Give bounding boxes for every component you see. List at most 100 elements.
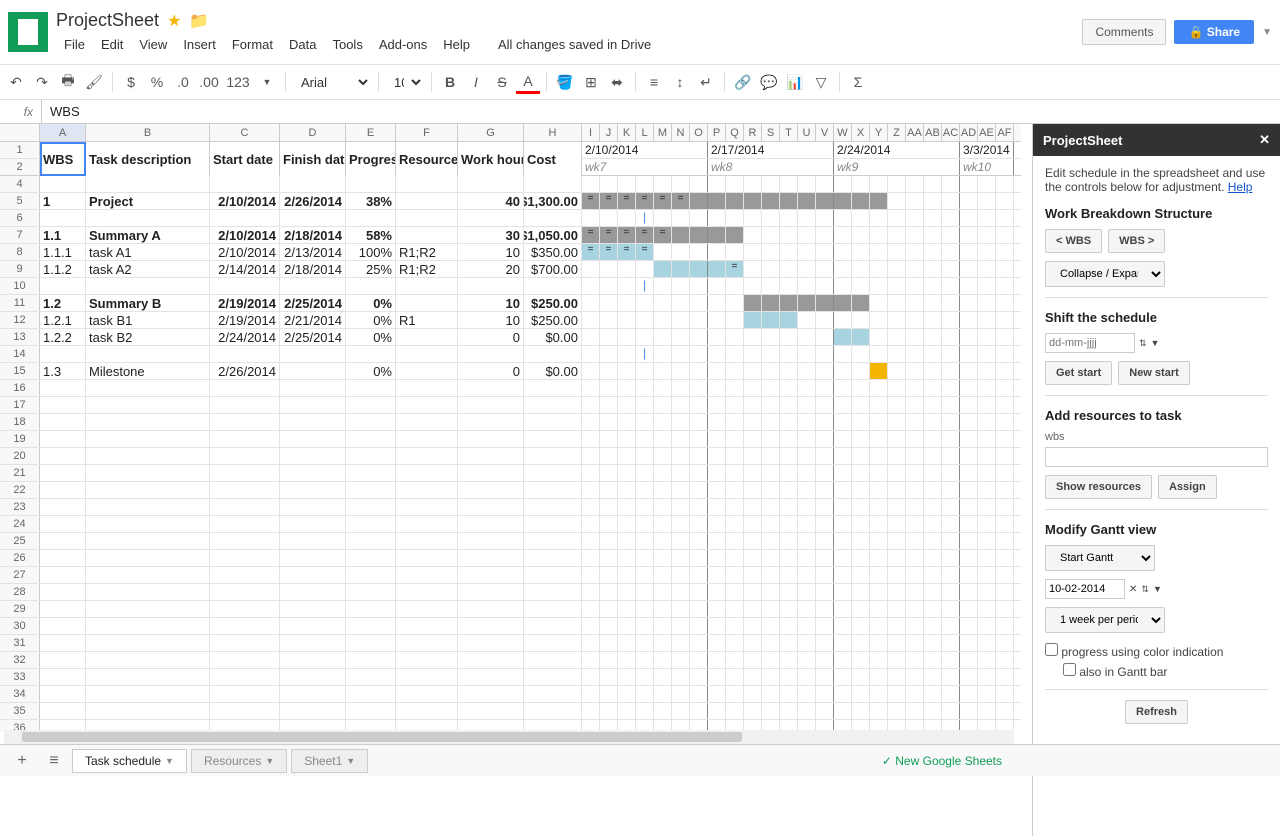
gantt-cell[interactable] <box>618 295 636 311</box>
gantt-cell[interactable] <box>636 380 654 396</box>
gantt-cell[interactable] <box>780 397 798 413</box>
row-number[interactable]: 16 <box>0 380 40 396</box>
cell[interactable] <box>346 686 396 702</box>
number-format-select[interactable]: 123 <box>223 70 253 94</box>
gantt-cell[interactable] <box>978 584 996 600</box>
gantt-cell[interactable] <box>996 380 1014 396</box>
cell[interactable] <box>396 448 458 464</box>
comment-icon[interactable]: 💬 <box>757 70 781 94</box>
gantt-cell[interactable] <box>690 363 708 379</box>
gantt-cell[interactable] <box>870 363 888 379</box>
link-icon[interactable]: 🔗 <box>731 70 755 94</box>
gantt-cell[interactable] <box>618 482 636 498</box>
gantt-cell[interactable] <box>762 346 780 362</box>
gantt-cell[interactable] <box>726 618 744 634</box>
cell[interactable] <box>458 652 524 668</box>
gantt-cell[interactable] <box>798 584 816 600</box>
gantt-cell[interactable] <box>690 499 708 515</box>
gantt-cell[interactable] <box>600 499 618 515</box>
gantt-cell[interactable] <box>816 176 834 192</box>
gantt-cell[interactable] <box>834 312 852 328</box>
bold-icon[interactable]: B <box>438 70 462 94</box>
cell[interactable]: 2/26/2014 <box>210 363 280 379</box>
gantt-cell[interactable] <box>762 601 780 617</box>
gantt-cell[interactable] <box>942 499 960 515</box>
gantt-cell[interactable] <box>744 244 762 260</box>
gantt-cell[interactable] <box>618 669 636 685</box>
gantt-cell[interactable] <box>708 346 726 362</box>
gantt-cell[interactable] <box>762 380 780 396</box>
gantt-cell[interactable] <box>852 380 870 396</box>
gantt-cell[interactable] <box>888 346 906 362</box>
gantt-cell[interactable] <box>924 652 942 668</box>
gantt-cell[interactable] <box>960 533 978 549</box>
col-header-AC[interactable]: AC <box>942 124 960 141</box>
row-number[interactable]: 31 <box>0 635 40 651</box>
gantt-cell[interactable] <box>690 244 708 260</box>
gantt-cell[interactable] <box>600 635 618 651</box>
gantt-cell[interactable] <box>744 635 762 651</box>
row-number[interactable]: 21 <box>0 465 40 481</box>
gantt-cell[interactable]: = <box>600 193 618 209</box>
cell[interactable] <box>458 669 524 685</box>
gantt-cell[interactable]: = <box>600 244 618 260</box>
gantt-cell[interactable] <box>942 601 960 617</box>
gantt-cell[interactable] <box>762 686 780 702</box>
gantt-cell[interactable] <box>816 397 834 413</box>
row-number[interactable]: 12 <box>0 312 40 328</box>
gantt-cell[interactable] <box>690 584 708 600</box>
gantt-cell[interactable] <box>636 601 654 617</box>
gantt-cell[interactable] <box>978 312 996 328</box>
gantt-cell[interactable] <box>816 227 834 243</box>
col-header-G[interactable]: G <box>458 124 524 141</box>
gantt-cell[interactable] <box>960 703 978 719</box>
gantt-cell[interactable] <box>996 567 1014 583</box>
cell[interactable] <box>280 550 346 566</box>
gantt-cell[interactable] <box>726 244 744 260</box>
gantt-cell[interactable] <box>870 550 888 566</box>
gantt-cell[interactable] <box>960 652 978 668</box>
gantt-cell[interactable] <box>852 346 870 362</box>
gantt-cell[interactable] <box>744 482 762 498</box>
col-header-E[interactable]: E <box>346 124 396 141</box>
gantt-cell[interactable] <box>906 516 924 532</box>
borders-icon[interactable]: ⊞ <box>579 70 603 94</box>
gantt-cell[interactable] <box>942 210 960 226</box>
clear-icon[interactable]: ✕ <box>1129 584 1137 595</box>
gantt-cell[interactable] <box>618 550 636 566</box>
gantt-cell[interactable] <box>636 533 654 549</box>
cell[interactable] <box>40 346 86 362</box>
gantt-cell[interactable] <box>636 448 654 464</box>
cell[interactable]: 1.3 <box>40 363 86 379</box>
gantt-cell[interactable] <box>708 618 726 634</box>
gantt-cell[interactable] <box>996 584 1014 600</box>
italic-icon[interactable]: I <box>464 70 488 94</box>
gantt-cell[interactable] <box>906 380 924 396</box>
col-header-AF[interactable]: AF <box>996 124 1014 141</box>
table-header-cell[interactable]: Work hours <box>458 142 524 176</box>
cell[interactable]: 0% <box>346 329 396 345</box>
gantt-week-cell[interactable]: wk9 <box>834 159 960 175</box>
gantt-cell[interactable] <box>906 618 924 634</box>
cell[interactable] <box>280 499 346 515</box>
gantt-cell[interactable] <box>618 584 636 600</box>
formula-content[interactable]: WBS <box>42 104 80 119</box>
gantt-cell[interactable] <box>762 635 780 651</box>
cell[interactable] <box>280 686 346 702</box>
gantt-cell[interactable] <box>888 669 906 685</box>
gantt-cell[interactable] <box>636 397 654 413</box>
cell[interactable] <box>210 499 280 515</box>
gantt-cell[interactable] <box>780 244 798 260</box>
gantt-cell[interactable] <box>996 346 1014 362</box>
gantt-cell[interactable] <box>924 550 942 566</box>
gantt-cell[interactable] <box>924 465 942 481</box>
col-header-L[interactable]: L <box>636 124 654 141</box>
gantt-cell[interactable] <box>996 363 1014 379</box>
table-header-cell[interactable]: Progress <box>346 142 396 176</box>
gantt-cell[interactable] <box>672 261 690 277</box>
gantt-cell[interactable] <box>834 499 852 515</box>
gantt-cell[interactable] <box>762 584 780 600</box>
gantt-cell[interactable] <box>906 567 924 583</box>
cell[interactable]: $700.00 <box>524 261 582 277</box>
gantt-cell[interactable] <box>636 414 654 430</box>
